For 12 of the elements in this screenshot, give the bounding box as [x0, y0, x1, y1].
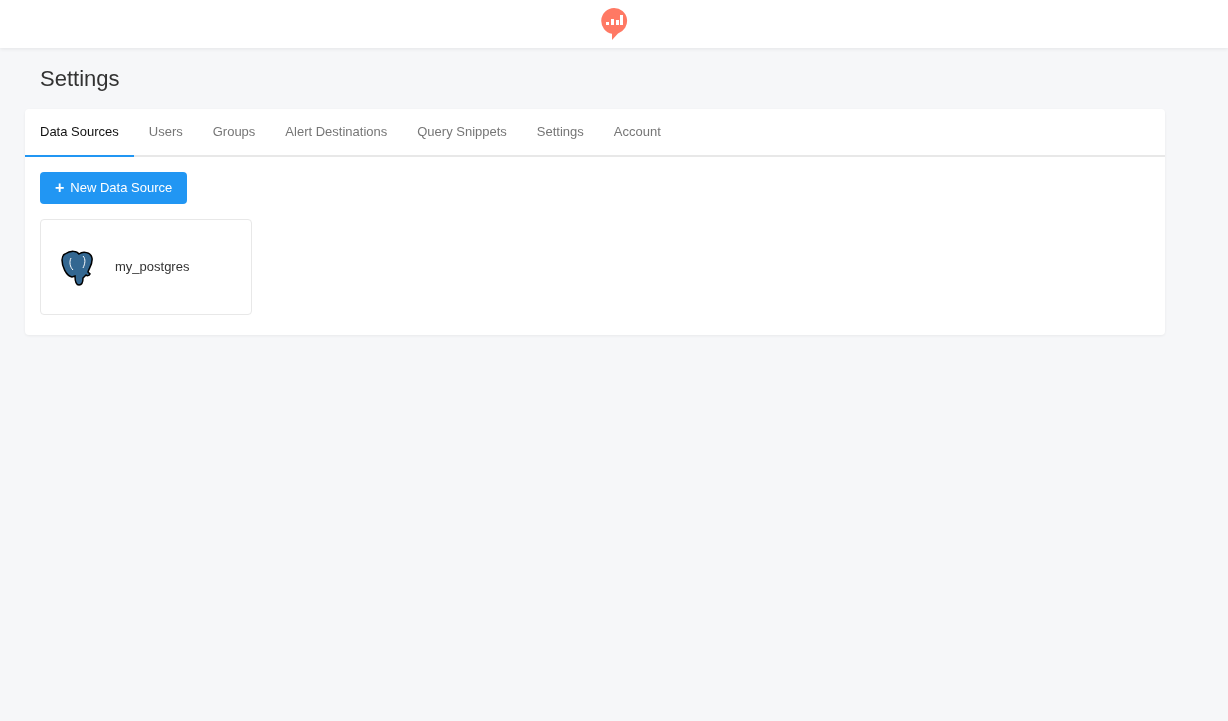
- data-source-name: my_postgres: [115, 258, 190, 277]
- tab[interactable]: Users: [133, 109, 198, 157]
- page-title: Settings: [39, 65, 121, 93]
- tab[interactable]: Data Sources: [25, 109, 134, 157]
- tab[interactable]: Query Snippets: [402, 109, 522, 157]
- new-data-source-button[interactable]: + New Data Source: [40, 172, 188, 204]
- tab[interactable]: Groups: [197, 109, 271, 157]
- tab[interactable]: Settings: [521, 109, 599, 157]
- data-source-card[interactable]: my_postgres: [40, 219, 252, 315]
- tab[interactable]: Alert Destinations: [270, 109, 403, 157]
- tab[interactable]: Account: [598, 109, 676, 157]
- logo-icon[interactable]: [600, 7, 628, 41]
